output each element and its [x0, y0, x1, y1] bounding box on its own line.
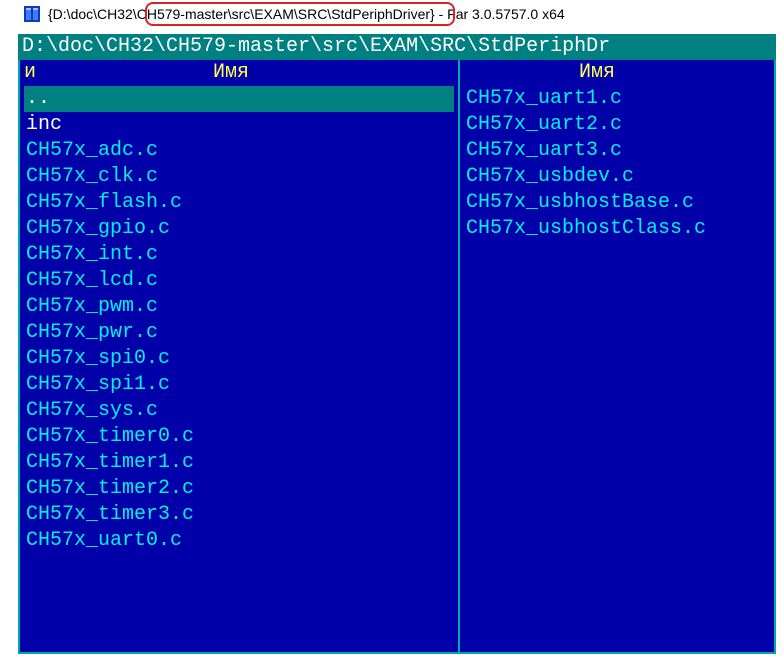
list-item[interactable]: CH57x_sys.c	[24, 398, 454, 424]
list-item[interactable]: CH57x_timer2.c	[24, 476, 454, 502]
left-panel[interactable]: и Имя ..incCH57x_adc.cCH57x_clk.cCH57x_f…	[18, 60, 458, 654]
list-item[interactable]: CH57x_usbdev.c	[464, 164, 770, 190]
window-titlebar: {D:\doc\CH32\CH579-master\src\EXAM\SRC\S…	[0, 0, 784, 30]
list-item[interactable]: CH57x_usbhostClass.c	[464, 216, 770, 242]
list-item[interactable]: CH57x_uart2.c	[464, 112, 770, 138]
right-column-header: Имя	[460, 60, 774, 86]
far-manager-area: D:\doc\CH32\CH579-master\src\EXAM\SRC\St…	[18, 34, 776, 654]
list-item[interactable]: CH57x_timer0.c	[24, 424, 454, 450]
list-item[interactable]: CH57x_clk.c	[24, 164, 454, 190]
right-panel[interactable]: Имя CH57x_uart1.cCH57x_uart2.cCH57x_uart…	[460, 60, 776, 654]
list-item[interactable]: ..	[24, 86, 454, 112]
title-highlight: CH579-master\src\EXAM\SRC\StdPeriphDrive…	[137, 6, 435, 22]
title-suffix: - Far 3.0.5757.0 x64	[435, 6, 565, 22]
right-file-list[interactable]: CH57x_uart1.cCH57x_uart2.cCH57x_uart3.cC…	[460, 86, 774, 244]
left-header-n: и	[20, 60, 44, 86]
list-item[interactable]: CH57x_int.c	[24, 242, 454, 268]
list-item[interactable]: CH57x_uart3.c	[464, 138, 770, 164]
right-header-name: Имя	[460, 60, 774, 86]
list-item[interactable]: CH57x_uart1.c	[464, 86, 770, 112]
path-bar[interactable]: D:\doc\CH32\CH579-master\src\EXAM\SRC\St…	[18, 34, 776, 60]
list-item[interactable]: CH57x_flash.c	[24, 190, 454, 216]
list-item[interactable]: CH57x_usbhostBase.c	[464, 190, 770, 216]
list-item[interactable]: CH57x_timer3.c	[24, 502, 454, 528]
app-icon	[24, 6, 40, 22]
list-item[interactable]: CH57x_gpio.c	[24, 216, 454, 242]
list-item[interactable]: CH57x_lcd.c	[24, 268, 454, 294]
list-item[interactable]: CH57x_pwr.c	[24, 320, 454, 346]
title-prefix: {D:\doc\CH32\	[48, 6, 137, 22]
list-item[interactable]: CH57x_timer1.c	[24, 450, 454, 476]
left-header-name: Имя	[44, 60, 458, 86]
list-item[interactable]: inc	[24, 112, 454, 138]
left-column-header: и Имя	[20, 60, 458, 86]
list-item[interactable]: CH57x_pwm.c	[24, 294, 454, 320]
list-item[interactable]: CH57x_uart0.c	[24, 528, 454, 554]
list-item[interactable]: CH57x_adc.c	[24, 138, 454, 164]
list-item[interactable]: CH57x_spi0.c	[24, 346, 454, 372]
left-file-list[interactable]: ..incCH57x_adc.cCH57x_clk.cCH57x_flash.c…	[20, 86, 458, 556]
list-item[interactable]: CH57x_spi1.c	[24, 372, 454, 398]
panels-container: и Имя ..incCH57x_adc.cCH57x_clk.cCH57x_f…	[18, 60, 776, 654]
